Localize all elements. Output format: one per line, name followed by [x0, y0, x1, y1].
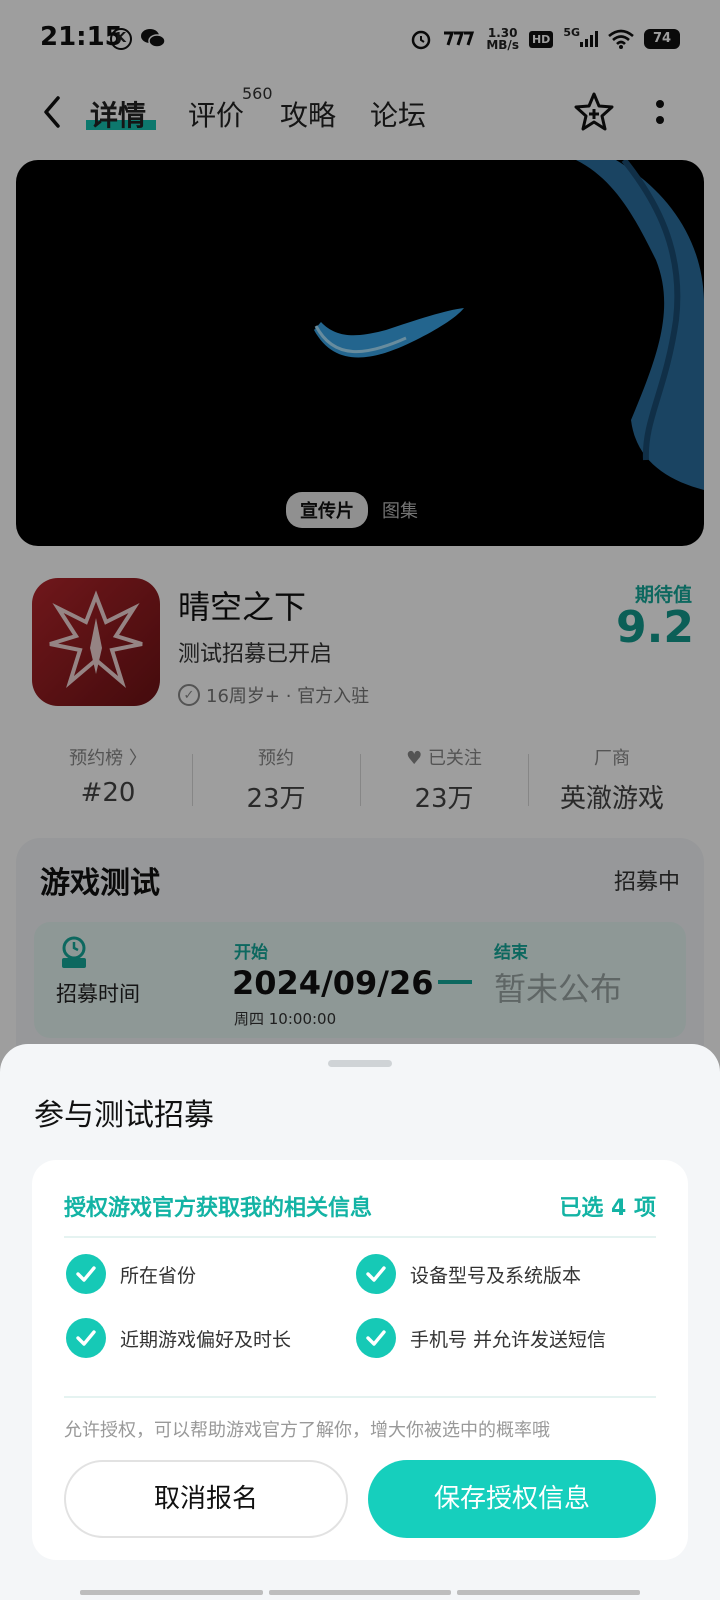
cancel-signup-button[interactable]: 取消报名	[64, 1460, 348, 1538]
option-game-preferences[interactable]: 近期游戏偏好及时长	[66, 1318, 291, 1358]
gesture-bar[interactable]	[80, 1590, 641, 1595]
option-province[interactable]: 所在省份	[66, 1254, 196, 1294]
recruit-bottom-sheet: 参与测试招募 授权游戏官方获取我的相关信息 已选 4 项 所在省份 设备型号及系…	[0, 1044, 720, 1600]
auth-hint: 允许授权，可以帮助游戏官方了解你，增大你被选中的概率哦	[64, 1420, 550, 1441]
divider	[64, 1396, 656, 1398]
checkmark-icon	[356, 1318, 396, 1358]
checkmark-icon	[356, 1254, 396, 1294]
auth-card: 授权游戏官方获取我的相关信息 已选 4 项 所在省份 设备型号及系统版本 近期游…	[32, 1160, 688, 1560]
checkmark-icon	[66, 1318, 106, 1358]
option-phone-sms[interactable]: 手机号 并允许发送短信	[356, 1318, 606, 1358]
sheet-grab-handle[interactable]	[328, 1060, 392, 1067]
divider	[64, 1236, 656, 1238]
sheet-title: 参与测试招募	[34, 1098, 214, 1133]
option-device-model[interactable]: 设备型号及系统版本	[356, 1254, 581, 1294]
checkmark-icon	[66, 1254, 106, 1294]
auth-title: 授权游戏官方获取我的相关信息	[64, 1196, 373, 1221]
save-auth-button[interactable]: 保存授权信息	[368, 1460, 656, 1538]
selected-count: 已选 4 项	[559, 1196, 656, 1221]
